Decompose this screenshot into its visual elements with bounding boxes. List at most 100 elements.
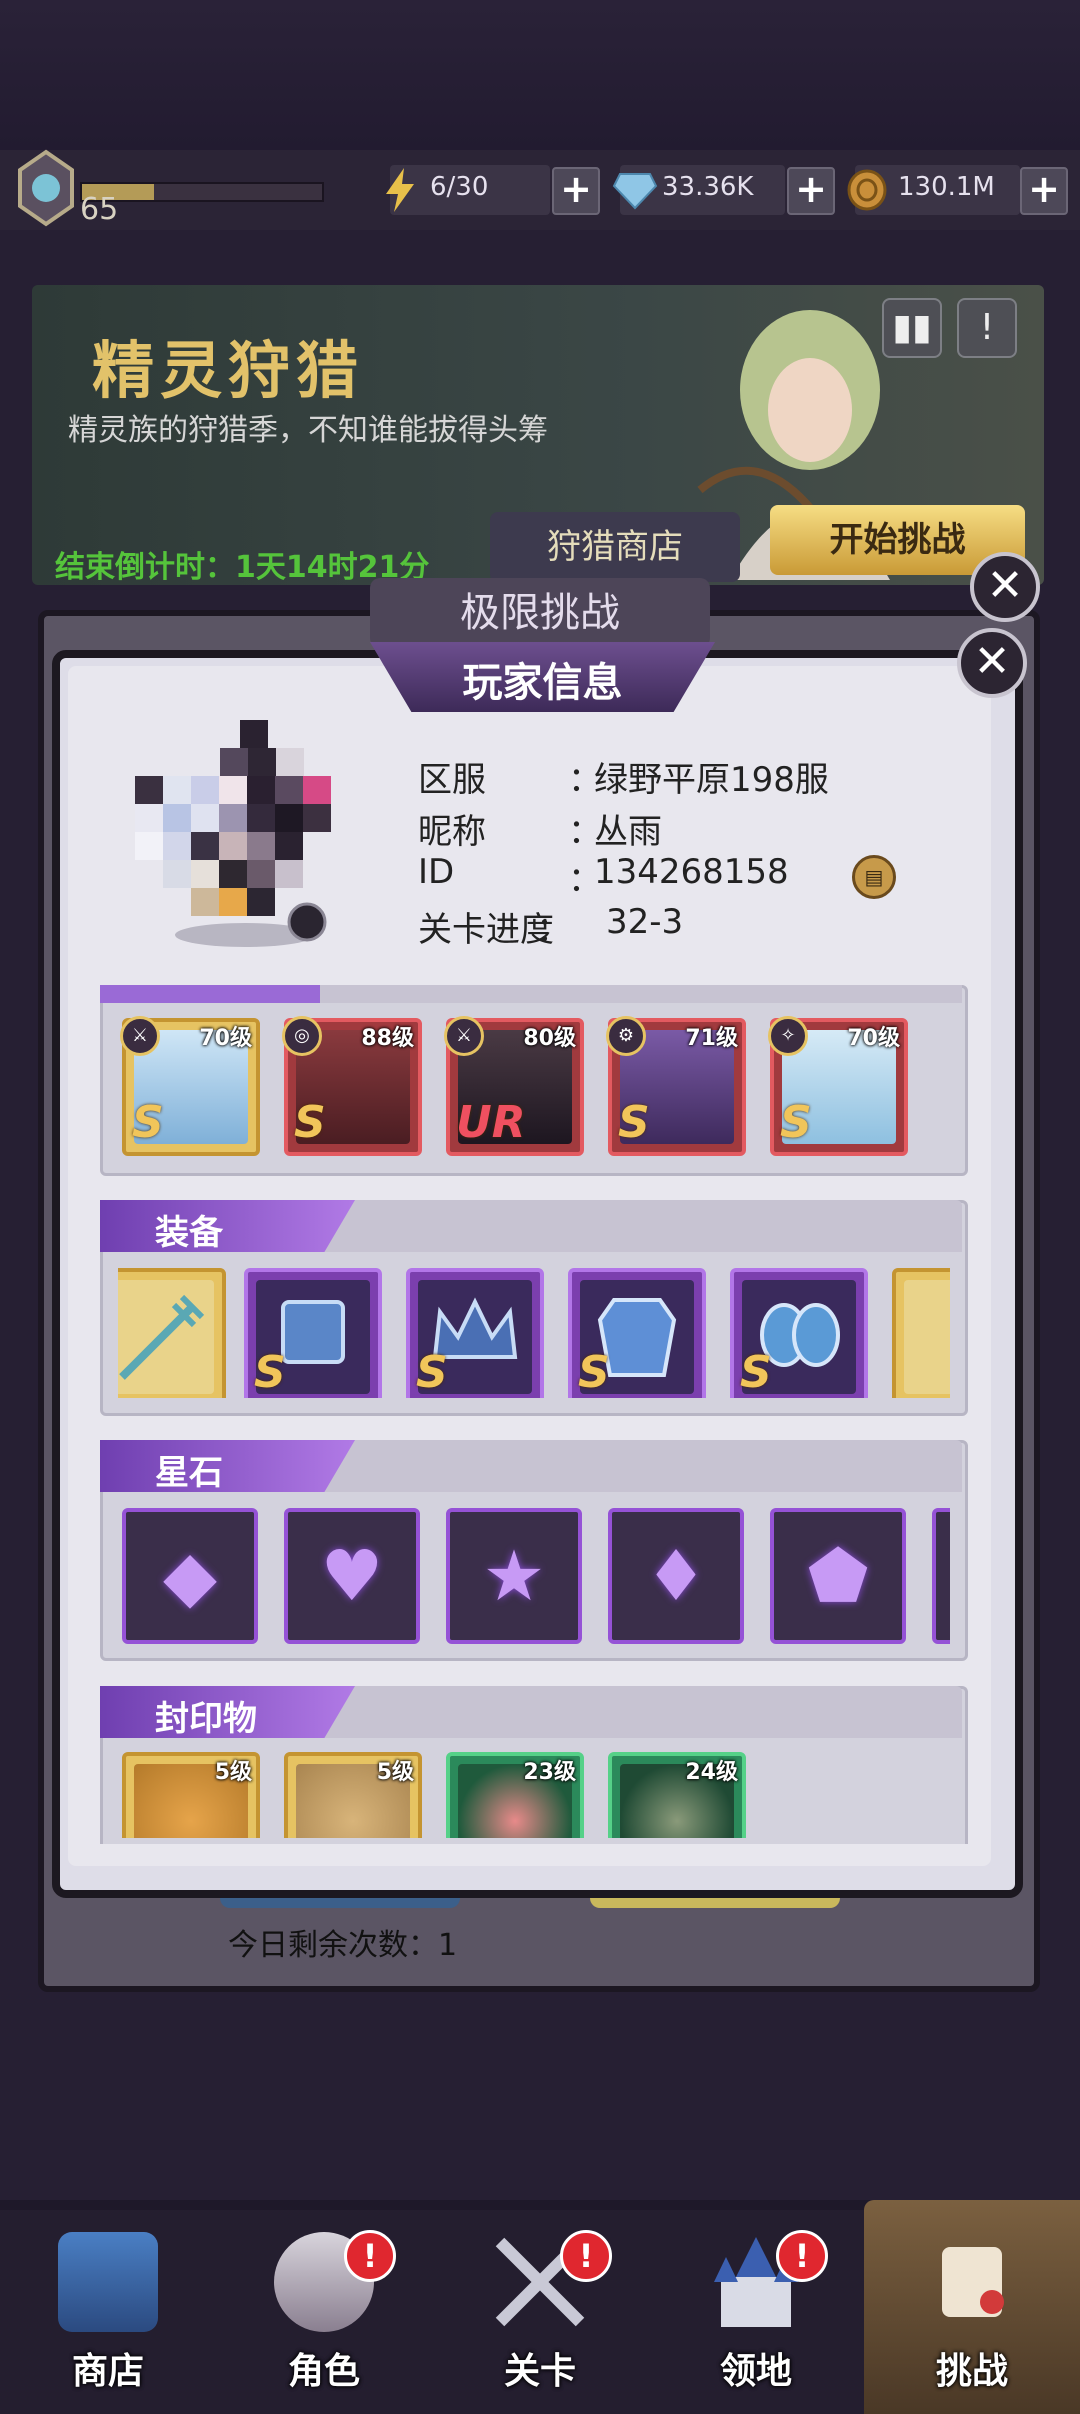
hero-class-icon: ⚙ (606, 1016, 646, 1056)
energy-icon (386, 168, 414, 212)
diamond-icon (612, 173, 658, 210)
hero-class-icon: ⚔ (444, 1016, 484, 1056)
star-stone-slot-4[interactable]: ♦ (608, 1508, 744, 1644)
star-stone-list[interactable]: ◆ ♥ ★ ♦ ⬟ (118, 1508, 950, 1644)
id-label: ID (418, 852, 455, 892)
stage-alert-badge: ! (560, 2230, 612, 2282)
nav-character[interactable]: ! 角色 (216, 2210, 432, 2414)
character-alert-badge: ! (344, 2230, 396, 2282)
nav-challenge-label: 挑战 (935, 2351, 1008, 2392)
nav-character-label: 角色 (287, 2351, 360, 2392)
equipment-slot-5[interactable]: S (730, 1268, 868, 1398)
seal-slot-4[interactable]: 24级 (608, 1752, 746, 1838)
star-gem-icon: ★ (482, 1535, 546, 1617)
ranking-button[interactable]: ▮▮ (882, 298, 942, 358)
stage-progress-label: 关卡进度 (418, 910, 554, 950)
hero-level: 70级 (847, 1026, 900, 1051)
info-button[interactable]: ! (957, 298, 1017, 358)
equipment-slot-2[interactable]: S (244, 1268, 382, 1398)
player-avatar (135, 720, 331, 947)
scroll-icon (942, 2247, 1004, 2317)
star-stone-slot-5[interactable]: ⬟ (770, 1508, 906, 1644)
diamond-value: 33.36K (662, 172, 754, 202)
hero-rank: S (294, 1097, 326, 1148)
remaining-attempts: 今日剩余次数：1 (228, 1928, 458, 1963)
star-stone-slot-2[interactable]: ♥ (284, 1508, 420, 1644)
hero-level: 88级 (361, 1026, 414, 1051)
modal-close-button[interactable]: ✕ (957, 628, 1027, 698)
player-level: 65 (80, 192, 119, 227)
add-coin-button[interactable]: + (1020, 167, 1068, 215)
coin-icon (847, 169, 887, 211)
territory-alert-badge: ! (776, 2230, 828, 2282)
limit-challenge-title: 极限挑战 (370, 578, 710, 648)
copy-id-button[interactable]: ▤ (852, 855, 896, 899)
limit-challenge-close-button[interactable]: ✕ (970, 552, 1040, 622)
background-top (0, 0, 1080, 150)
seal-slot-1[interactable]: 5级 (122, 1752, 260, 1838)
seal-slot-3[interactable]: 23级 (446, 1752, 584, 1838)
nav-challenge[interactable]: 挑战 (864, 2210, 1080, 2414)
hunt-shop-button[interactable]: 狩猎商店 (490, 512, 740, 582)
id-value: 134268158 (594, 852, 789, 892)
nav-shop[interactable]: 商店 (0, 2210, 216, 2414)
server-label: 区服 (418, 760, 486, 800)
nav-territory-label: 领地 (719, 2351, 792, 2392)
hero-level: 71级 (685, 1026, 738, 1051)
nickname-value: 丛雨 (594, 812, 662, 852)
equipment-slot-3[interactable]: S (406, 1268, 544, 1398)
hero-slot-2[interactable]: ◎ 88级 S (282, 1016, 422, 1156)
pentagon-gem-icon: ⬟ (807, 1535, 869, 1617)
hero-level: 80级 (523, 1026, 576, 1051)
hero-class-icon: ⚔ (120, 1016, 160, 1056)
nickname-label: 昵称 (418, 812, 486, 852)
hero-slot-3[interactable]: ⚔ 80级 UR (444, 1016, 584, 1156)
seal-slot-2[interactable]: 5级 (284, 1752, 422, 1838)
equipment-slot-6[interactable] (892, 1268, 950, 1398)
seal-list[interactable]: 5级 5级 23级 24级 (118, 1752, 950, 1838)
add-energy-button[interactable]: + (552, 167, 600, 215)
energy-value: 6/30 (430, 172, 489, 202)
stage-progress-separator: ： (536, 910, 570, 950)
nav-shop-label: 商店 (71, 2351, 144, 2392)
hero-class-icon: ✧ (768, 1016, 808, 1056)
event-subtitle: 精灵族的狩猎季，不知谁能拔得头筹 (68, 413, 548, 448)
seal-level: 23级 (523, 1760, 576, 1785)
nav-territory[interactable]: ! 领地 (648, 2210, 864, 2414)
server-value: 绿野平原198服 (594, 760, 829, 800)
star-stone-section-title: 星石 (155, 1453, 223, 1493)
hero-slot-5[interactable]: ✧ 70级 S (768, 1016, 908, 1156)
nav-stage[interactable]: ! 关卡 (432, 2210, 648, 2414)
hero-slot-1[interactable]: ⚔ 70级 S (120, 1016, 260, 1156)
coin-value: 130.1M (898, 172, 995, 202)
star-stone-slot-3[interactable]: ★ (446, 1508, 582, 1644)
equipment-section-title: 装备 (155, 1213, 223, 1253)
heart-gem-icon: ♥ (320, 1535, 384, 1617)
add-diamond-button[interactable]: + (787, 167, 835, 215)
hero-rank: S (780, 1097, 812, 1148)
star-stone-slot-1[interactable]: ◆ (122, 1508, 258, 1644)
modal-title: 玩家信息 (462, 660, 623, 706)
equipment-section-tab (100, 1200, 355, 1252)
equipment-slot-4[interactable]: S (568, 1268, 706, 1398)
equipment-list[interactable]: S S S S (118, 1268, 950, 1398)
equipment-rank: S (254, 1347, 286, 1398)
equipment-slot-1[interactable] (118, 1268, 226, 1398)
square-gem-icon: ◆ (163, 1535, 217, 1617)
trident-icon (119, 1294, 205, 1380)
hero-rank: S (618, 1097, 650, 1148)
stage-progress-value: 32-3 (606, 902, 684, 942)
star-stone-slot-6[interactable] (932, 1508, 950, 1644)
shop-icon (58, 2232, 158, 2332)
event-title: 精灵狩猎 (92, 334, 365, 407)
nav-stage-label: 关卡 (503, 2351, 576, 2392)
seal-section-title: 封印物 (155, 1699, 257, 1739)
equipment-rank: S (578, 1347, 610, 1398)
seal-level: 24级 (685, 1760, 738, 1785)
level-emblem-icon (18, 149, 74, 227)
hero-rank: S (132, 1097, 164, 1148)
hero-level: 70级 (199, 1026, 252, 1051)
equipment-rank: S (416, 1347, 448, 1398)
hero-rank: UR (456, 1097, 526, 1148)
hero-slot-4[interactable]: ⚙ 71级 S (606, 1016, 746, 1156)
